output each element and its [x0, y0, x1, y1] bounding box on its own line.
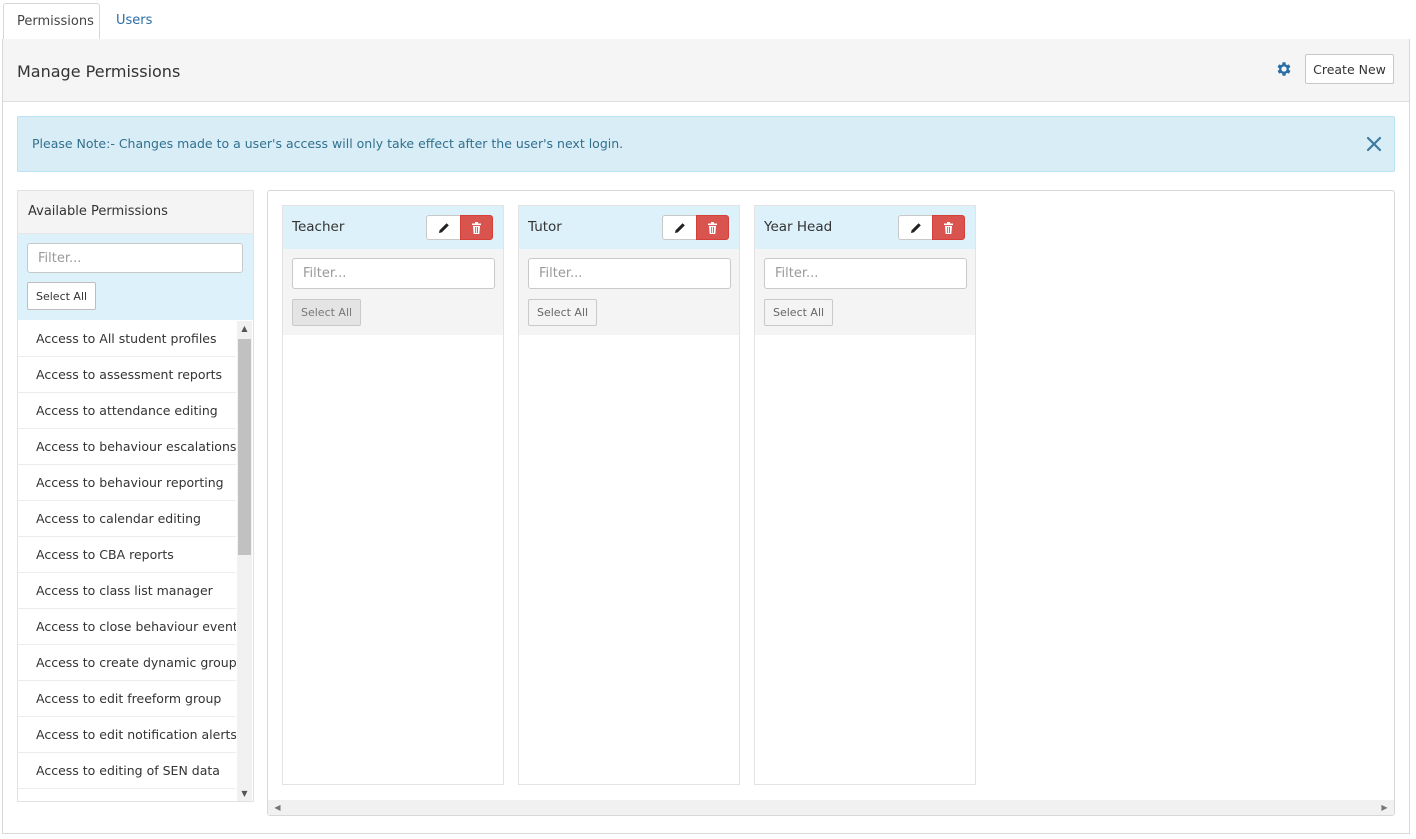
roles-horizontal-scrollbar[interactable]: ◀ ▶ [268, 800, 1394, 815]
permission-list-item[interactable]: Access to behaviour reporting [18, 465, 236, 501]
permission-list-item[interactable]: Access to class list manager [18, 573, 236, 609]
available-permissions-panel: Available Permissions Select All Access … [17, 190, 254, 802]
create-new-button[interactable]: Create New [1305, 54, 1394, 84]
edit-role-button[interactable] [662, 215, 697, 240]
permission-list-item[interactable]: Access to assessment reports [18, 357, 236, 393]
role-title: Tutor [528, 219, 562, 235]
delete-role-button[interactable] [932, 215, 965, 240]
role-tools: Select All [755, 249, 975, 335]
role-select-all-button[interactable]: Select All [292, 299, 362, 326]
permissions-panel: Manage Permissions Create New Please Not… [2, 39, 1410, 834]
role-permissions-dropzone[interactable] [519, 335, 739, 784]
permission-list-item[interactable]: Access to All student profiles [18, 321, 236, 357]
role-header: Teacher [283, 206, 503, 249]
role-column: Tutor Select All [518, 205, 740, 785]
trash-icon [944, 221, 953, 234]
role-filter-input[interactable] [528, 258, 731, 289]
role-permissions-dropzone[interactable] [283, 335, 503, 784]
permission-list-item[interactable]: Access to calendar editing [18, 501, 236, 537]
role-title: Year Head [764, 219, 833, 235]
note-alert: Please Note:- Changes made to a user's a… [17, 116, 1395, 172]
scroll-right-arrow-icon[interactable]: ▶ [1377, 800, 1392, 815]
pencil-icon [674, 222, 685, 233]
close-icon[interactable] [1363, 133, 1385, 155]
role-filter-input[interactable] [292, 258, 495, 289]
role-header: Tutor [519, 206, 739, 249]
tab-permissions[interactable]: Permissions [3, 3, 100, 41]
delete-role-button[interactable] [460, 215, 493, 240]
permission-list-item[interactable]: Access to close behaviour events [18, 609, 236, 645]
scroll-down-arrow-icon[interactable]: ▼ [237, 786, 252, 801]
role-filter-input[interactable] [764, 258, 967, 289]
page-title: Manage Permissions [17, 62, 181, 81]
scroll-up-arrow-icon[interactable]: ▲ [237, 321, 252, 336]
role-actions [662, 215, 730, 241]
edit-role-button[interactable] [898, 215, 933, 240]
permission-list-item[interactable]: Access to behaviour escalations [18, 429, 236, 465]
edit-role-button[interactable] [426, 215, 461, 240]
panel-header: Manage Permissions Create New [3, 39, 1409, 102]
available-select-all-button[interactable]: Select All [27, 282, 97, 310]
role-column: Teacher Select All [282, 205, 504, 785]
role-select-all-button[interactable]: Select All [528, 299, 598, 326]
permission-list-item[interactable]: Access to CBA reports [18, 537, 236, 573]
gear-icon[interactable] [1275, 60, 1293, 78]
role-permissions-dropzone[interactable] [755, 335, 975, 784]
permission-list-item[interactable]: Access to create dynamic group [18, 645, 236, 681]
alert-text: Please Note:- Changes made to a user's a… [32, 136, 624, 151]
permission-list-item[interactable]: Access to edit notification alerts [18, 717, 236, 753]
role-header: Year Head [755, 206, 975, 249]
trash-icon [472, 221, 481, 234]
permission-list-item[interactable]: Access to attendance editing [18, 393, 236, 429]
role-actions [426, 215, 494, 241]
available-permissions-list[interactable]: Access to All student profiles Access to … [18, 321, 236, 801]
available-list-scrollbar[interactable]: ▲ ▼ [237, 321, 252, 801]
scrollbar-thumb[interactable] [238, 339, 251, 555]
permission-list-item[interactable]: Access to data and Q... [18, 789, 236, 801]
role-select-all-button[interactable]: Select All [764, 299, 834, 326]
tab-bar: Permissions Users [3, 3, 1409, 41]
delete-role-button[interactable] [696, 215, 729, 240]
tab-users[interactable]: Users [103, 3, 165, 40]
roles-area: ◀ ▶ TeacherSelect AllTutorSelect AllYear… [267, 190, 1395, 816]
pencil-icon [910, 222, 921, 233]
role-tools: Select All [519, 249, 739, 335]
role-title: Teacher [292, 219, 345, 235]
pencil-icon [438, 222, 449, 233]
available-permissions-title: Available Permissions [18, 191, 253, 234]
scroll-left-arrow-icon[interactable]: ◀ [270, 800, 285, 815]
role-tools: Select All [283, 249, 503, 335]
trash-icon [708, 221, 717, 234]
permission-list-item[interactable]: Access to editing of SEN data [18, 753, 236, 789]
available-permissions-tools: Select All [18, 234, 253, 320]
available-filter-input[interactable] [27, 243, 243, 273]
permission-list-item[interactable]: Access to edit freeform group [18, 681, 236, 717]
role-column: Year Head Select All [754, 205, 976, 785]
role-actions [898, 215, 966, 241]
